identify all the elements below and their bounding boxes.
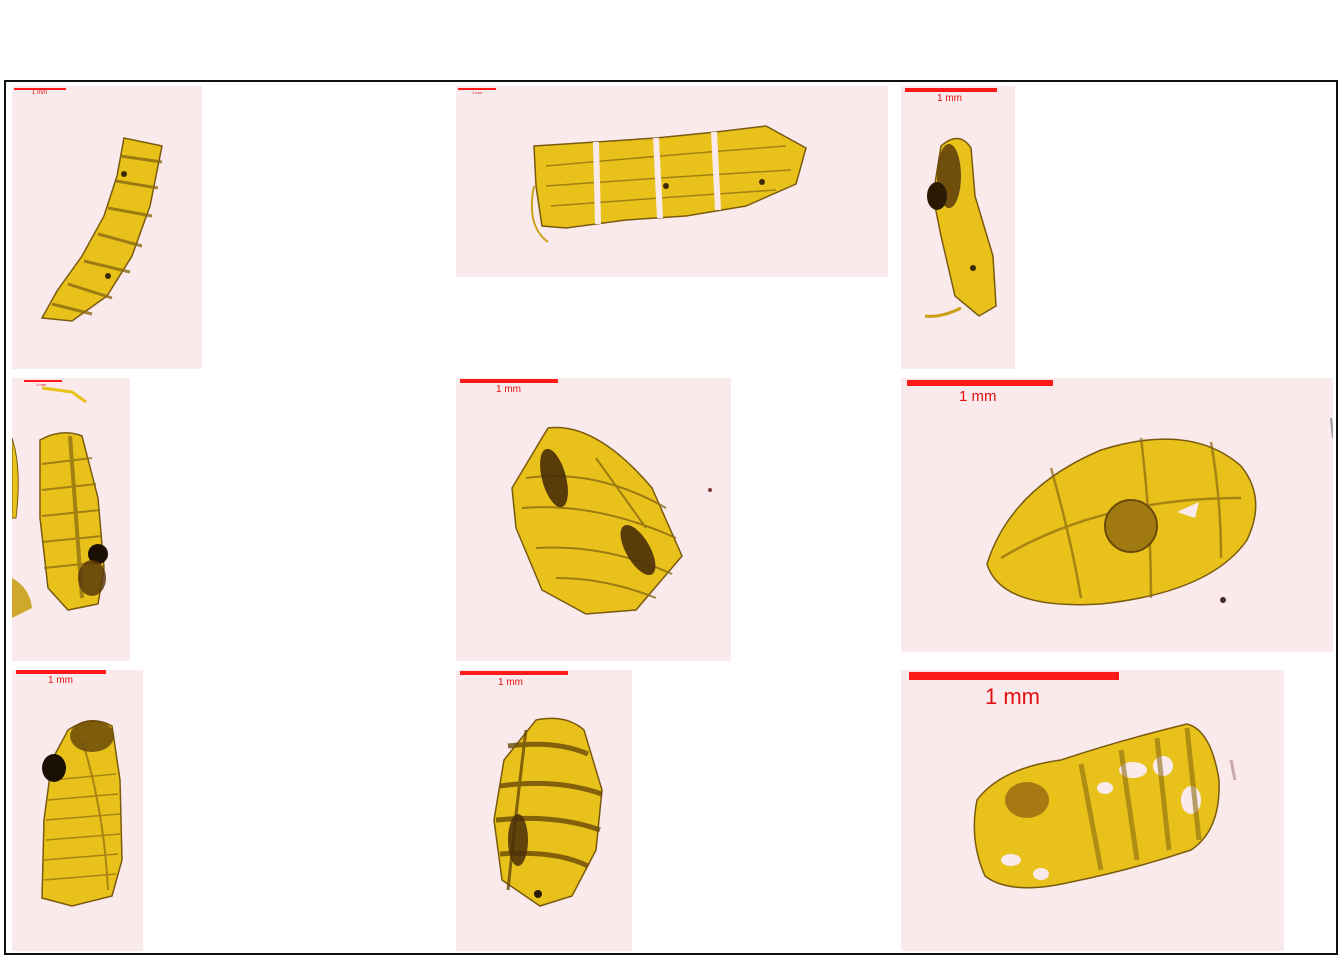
panel-6: 1 mm xyxy=(901,378,1333,652)
panel-8: 1 mm xyxy=(456,670,632,951)
figure-frame: 1 mm 1 mm 1 mm 1 mm 1 mm 1 mm 1 mm 1 mm … xyxy=(4,80,1338,955)
specimen-image xyxy=(986,417,1333,606)
specimen-image xyxy=(41,720,123,907)
specimen-image xyxy=(530,125,807,243)
panel-4: 1 mm xyxy=(12,378,130,661)
specimen-image xyxy=(12,386,108,618)
specimen-image xyxy=(40,137,163,322)
panel-2: 1 mm xyxy=(456,86,888,277)
specimen-image xyxy=(493,717,603,907)
specimen-image xyxy=(511,426,712,615)
panel-5: 1 mm xyxy=(456,378,731,661)
specimen-image xyxy=(973,723,1237,889)
panel-3: 1 mm xyxy=(901,86,1015,369)
panel-9: 1 mm xyxy=(901,670,1284,951)
panel-1: 1 mm xyxy=(12,86,202,369)
panel-7: 1 mm xyxy=(12,670,143,951)
specimen-image xyxy=(924,137,997,318)
